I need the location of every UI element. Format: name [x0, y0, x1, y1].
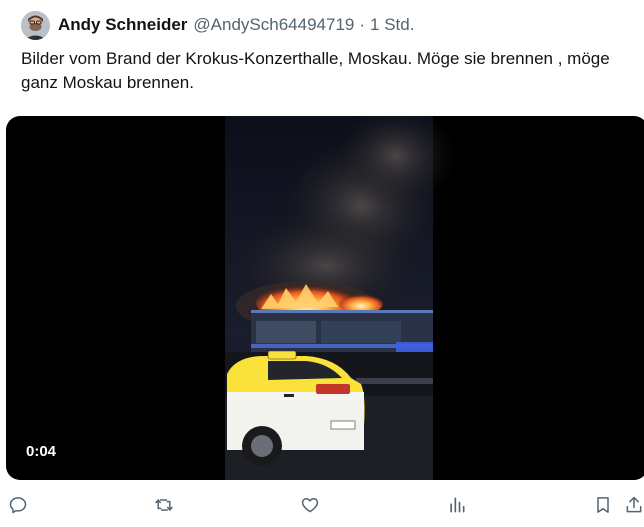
- share-button[interactable]: [624, 494, 644, 516]
- reply-button[interactable]: [7, 494, 29, 516]
- retweet-button[interactable]: [153, 494, 175, 516]
- bookmark-icon: [597, 497, 609, 513]
- tweet-text: Bilder vom Brand der Krokus-Konzerthalle…: [21, 49, 610, 92]
- tweet-actions: [0, 494, 644, 522]
- video-player[interactable]: 0:04: [6, 116, 644, 480]
- tweet-card[interactable]: Andy Schneider @AndySch64494719 · 1 Std.…: [0, 0, 644, 527]
- reply-icon: [9, 497, 27, 514]
- tweet-timestamp[interactable]: 1 Std.: [370, 15, 414, 35]
- like-button[interactable]: [299, 494, 321, 516]
- views-icon: [450, 497, 465, 513]
- avatar[interactable]: [21, 11, 50, 40]
- author-handle[interactable]: @AndySch64494719: [193, 15, 354, 35]
- bookmark-button[interactable]: [592, 494, 614, 516]
- separator-dot: ·: [359, 15, 366, 34]
- share-icon: [626, 496, 642, 513]
- views-button[interactable]: [446, 494, 468, 516]
- like-icon: [301, 498, 319, 513]
- video-frame: [225, 116, 456, 480]
- author-name[interactable]: Andy Schneider: [58, 15, 187, 35]
- retweet-icon: [155, 499, 173, 511]
- tweet-header: Andy Schneider @AndySch64494719 · 1 Std.: [58, 15, 414, 37]
- video-duration: 0:04: [26, 443, 57, 460]
